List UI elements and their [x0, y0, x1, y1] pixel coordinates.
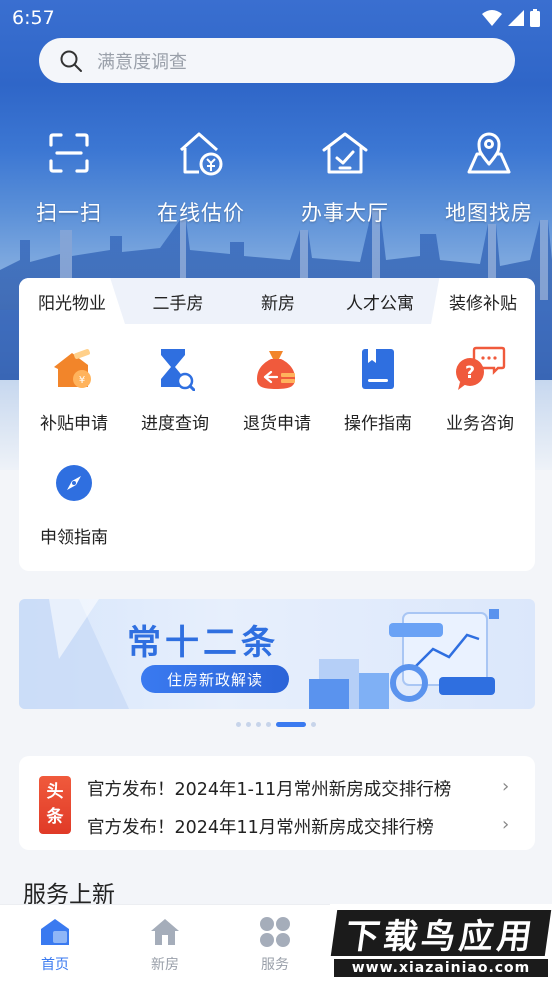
service-label: 进度查询 — [141, 414, 209, 434]
search-placeholder: 满意度调查 — [97, 51, 187, 73]
refund-bag-icon — [257, 351, 295, 389]
service-business-consult[interactable]: ? 业务咨询 — [429, 344, 531, 434]
service-label: 退货申请 — [243, 414, 311, 434]
house-price-icon — [180, 132, 223, 176]
guide-book-icon — [362, 349, 394, 389]
house-check-icon — [322, 132, 368, 174]
pagination-dot[interactable] — [256, 722, 261, 727]
tab-talent-apartment[interactable]: 人才公寓 — [327, 278, 433, 324]
banner-pagination — [0, 722, 552, 727]
compass-icon — [56, 465, 92, 501]
banner-title: 常十二条 — [127, 623, 279, 663]
status-time: 6:57 — [12, 7, 55, 29]
pagination-dot[interactable] — [266, 722, 271, 727]
signal-icon — [508, 10, 524, 26]
svg-text:?: ? — [465, 363, 475, 383]
chevron-right-icon[interactable]: › — [502, 776, 509, 797]
service-claim-guide[interactable]: 申领指南 — [23, 458, 125, 548]
service-card: 阳光物业 二手房 新房 人才公寓 装修补贴 ¥ 补贴申请 进度查询 退货申请 操… — [19, 278, 535, 571]
pagination-dot-active[interactable] — [276, 722, 306, 727]
tab-second-hand[interactable]: 二手房 — [125, 278, 231, 324]
tab-label: 阳光物业 — [38, 293, 106, 314]
badge-char: 头 — [46, 782, 64, 802]
shortcut-online-valuation[interactable]: 在线估价 — [136, 125, 266, 227]
house-icon — [151, 919, 179, 945]
pagination-dot[interactable] — [236, 722, 241, 727]
pagination-dot[interactable] — [311, 722, 316, 727]
wifi-icon — [482, 10, 502, 26]
grid-dots-icon — [260, 917, 290, 947]
tab-new-house[interactable]: 新房 — [225, 278, 331, 324]
nav-home[interactable]: 首页 — [19, 915, 91, 974]
svg-text:¥: ¥ — [79, 375, 85, 386]
news-item[interactable]: 官方发布！2024年1-11月常州新房成交排行榜 — [87, 776, 487, 801]
quick-shortcuts: 扫一扫 在线估价 办事大厅 地图找房 — [0, 125, 552, 235]
nav-new-house[interactable]: 新房 — [129, 915, 201, 974]
service-subsidy-apply[interactable]: ¥ 补贴申请 — [23, 344, 125, 434]
map-pin-icon — [467, 132, 511, 174]
banner-subtitle: 住房新政解读 — [141, 665, 289, 693]
nav-service[interactable]: 服务 — [239, 915, 311, 974]
policy-banner[interactable]: 常十二条 住房新政解读 — [19, 599, 535, 709]
news-item[interactable]: 官方发布！2024年11月常州新房成交排行榜 — [87, 814, 487, 839]
search-icon — [60, 50, 82, 72]
service-label: 业务咨询 — [446, 414, 514, 434]
tab-label: 新房 — [261, 293, 295, 314]
service-refund-apply[interactable]: 退货申请 — [226, 344, 328, 434]
service-label: 申领指南 — [40, 528, 108, 548]
service-operation-guide[interactable]: 操作指南 — [327, 344, 429, 434]
shortcut-service-hall[interactable]: 办事大厅 — [280, 125, 410, 227]
subsidy-house-icon: ¥ — [54, 349, 91, 388]
shortcut-label: 办事大厅 — [301, 201, 389, 225]
status-icons — [482, 9, 540, 27]
watermark-logo: 下载鸟应用 www.xiazainiao.com — [330, 904, 552, 981]
pagination-dot[interactable] — [246, 722, 251, 727]
tab-label: 人才公寓 — [346, 293, 414, 314]
nav-label: 首页 — [41, 957, 69, 973]
chevron-right-icon[interactable]: › — [502, 814, 509, 835]
tab-sunshine-property[interactable]: 阳光物业 — [19, 278, 125, 324]
shortcut-scan[interactable]: 扫一扫 — [4, 125, 134, 227]
shortcut-label: 在线估价 — [157, 201, 245, 225]
shortcut-label: 地图找房 — [445, 201, 533, 225]
shortcut-label: 扫一扫 — [36, 201, 102, 225]
status-bar: 6:57 — [0, 0, 552, 36]
shortcut-map-search[interactable]: 地图找房 — [424, 125, 552, 227]
service-tabs: 阳光物业 二手房 新房 人才公寓 装修补贴 — [19, 278, 535, 324]
nav-label: 新房 — [151, 957, 179, 973]
badge-char: 条 — [46, 807, 64, 827]
hourglass-search-icon — [161, 349, 195, 391]
headline-news: 头 条 官方发布！2024年1-11月常州新房成交排行榜 › 官方发布！2024… — [19, 756, 535, 850]
watermark-url-text: www.xiazainiao.com — [334, 959, 548, 977]
service-progress-query[interactable]: 进度查询 — [124, 344, 226, 434]
tab-decoration-subsidy[interactable]: 装修补贴 — [431, 278, 535, 324]
headline-badge: 头 条 — [39, 776, 71, 834]
scan-icon — [49, 133, 89, 173]
search-bar[interactable]: 满意度调查 — [39, 38, 515, 83]
tab-label: 装修补贴 — [449, 293, 517, 314]
consult-chat-icon: ? — [456, 346, 506, 390]
home-active-icon — [41, 919, 69, 945]
tab-label: 二手房 — [152, 293, 204, 314]
battery-icon — [530, 9, 540, 27]
nav-label: 服务 — [261, 957, 289, 973]
service-label: 操作指南 — [344, 414, 412, 434]
service-label: 补贴申请 — [40, 414, 108, 434]
watermark-main-text: 下载鸟应用 — [330, 910, 552, 957]
